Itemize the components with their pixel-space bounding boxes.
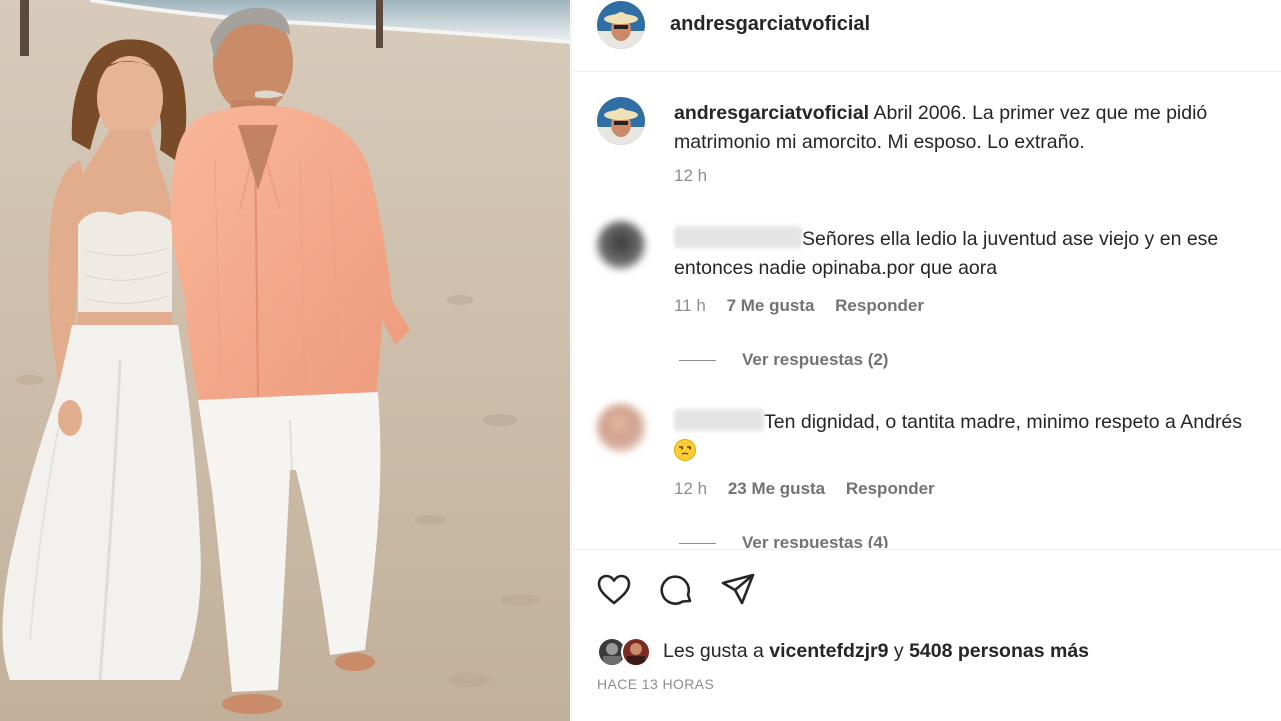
share-icon[interactable] [720, 572, 756, 608]
liker-avatar[interactable] [621, 637, 651, 667]
replies-divider [679, 360, 716, 362]
post-detail-panel: andresgarciatvoficial andresgarciatvofic… [571, 0, 1281, 721]
caption-username[interactable]: andresgarciatvoficial [674, 102, 869, 124]
caption-time: 12 h [674, 166, 708, 185]
header-username[interactable]: andresgarciatvoficial [670, 13, 870, 36]
comment-icon[interactable] [659, 572, 695, 608]
comment-text: Ten dignidad, o tantita madre, minimo re… [674, 408, 1264, 466]
post-timestamp: HACE 13 HORAS [597, 676, 715, 692]
comments-list[interactable]: andresgarciatvoficial Abril 2006. La pri… [572, 73, 1281, 548]
likes-text: Les gusta a vicentefdzjr9 y 5408 persona… [663, 640, 1090, 662]
commenter-avatar[interactable] [597, 404, 645, 452]
post-actions: Les gusta a vicentefdzjr9 y 5408 persona… [572, 549, 1281, 721]
post-header: andresgarciatvoficial [572, 0, 1281, 72]
comment-likes[interactable]: 7 Me gusta [727, 296, 815, 315]
commenter-avatar[interactable] [597, 221, 645, 269]
author-avatar[interactable] [597, 1, 645, 49]
heart-icon[interactable] [596, 572, 632, 608]
caption-text: andresgarciatvoficial Abril 2006. La pri… [674, 99, 1264, 157]
likes-count[interactable]: 5408 personas más [909, 640, 1089, 662]
replies-divider [679, 543, 716, 545]
view-replies-button[interactable]: Ver respuestas (4) [679, 533, 888, 548]
reply-button[interactable]: Responder [835, 296, 924, 315]
unamused-face-icon [674, 439, 696, 461]
caption-avatar[interactable] [597, 97, 645, 145]
comment-likes[interactable]: 23 Me gusta [728, 479, 825, 498]
comment-meta: 11 h 7 Me gusta Responder [674, 296, 940, 316]
commenter-name-redacted[interactable] [674, 226, 802, 248]
beach-couple-image [0, 0, 570, 721]
liker-avatars [597, 637, 657, 669]
post-photo [0, 0, 570, 721]
commenter-name-redacted[interactable] [674, 409, 764, 431]
reply-button[interactable]: Responder [846, 479, 935, 498]
view-replies-button[interactable]: Ver respuestas (2) [679, 350, 888, 370]
comment-time: 12 h [674, 479, 708, 498]
liker-username[interactable]: vicentefdzjr9 [769, 640, 888, 662]
comment-text: Señores ella ledio la juventud ase viejo… [674, 226, 1219, 279]
comment-time: 11 h [674, 296, 706, 315]
comment-meta: 12 h 23 Me gusta Responder [674, 479, 951, 499]
